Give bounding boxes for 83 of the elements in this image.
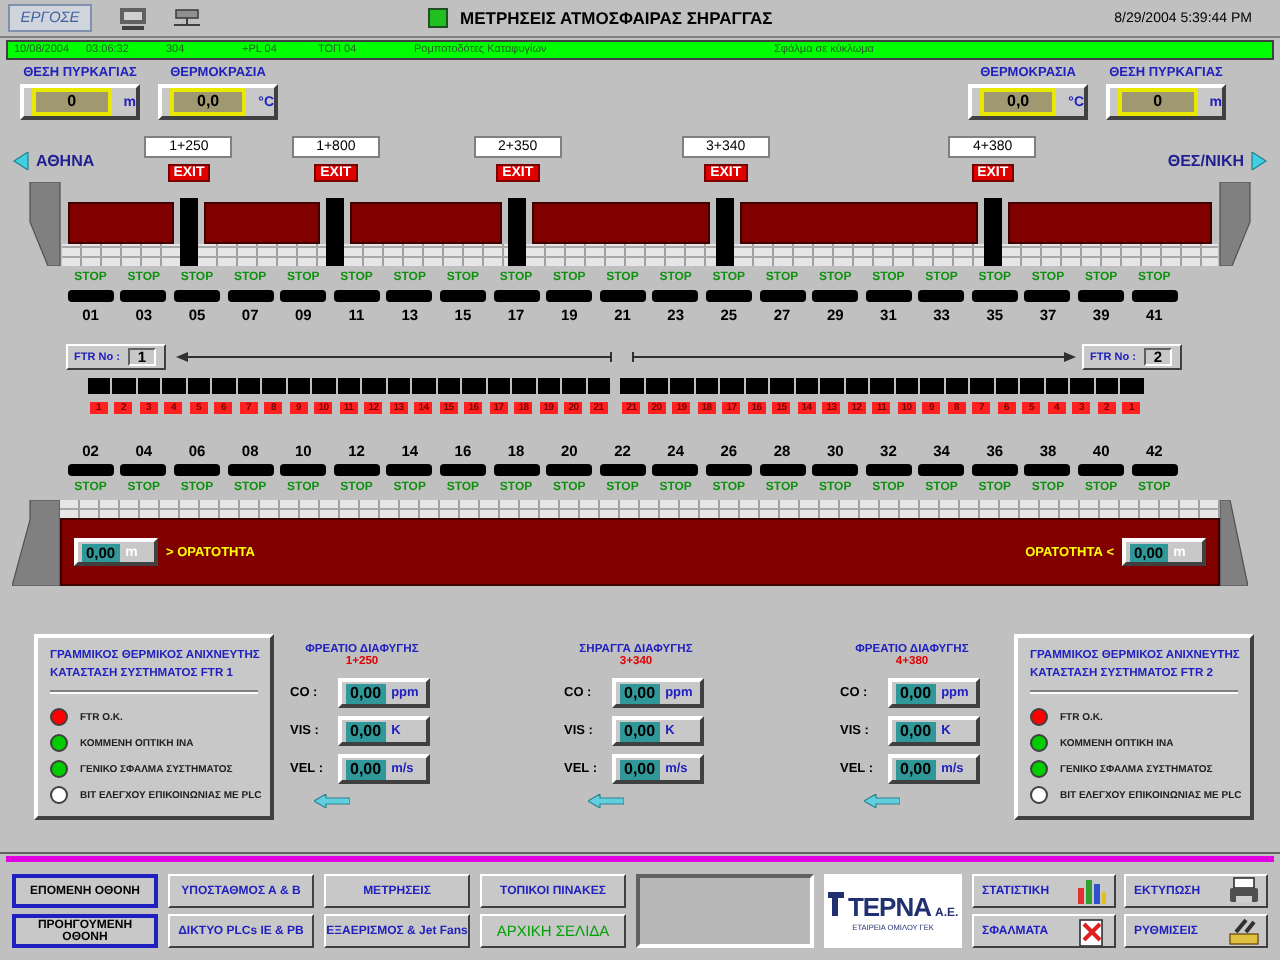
tunnel-section (68, 202, 174, 244)
sensor-bar (386, 290, 433, 302)
direction-label: ΑΘΗΝΑ (36, 152, 95, 170)
sensor-bar (333, 464, 380, 476)
printer-icon (1228, 876, 1260, 906)
pillar (179, 198, 198, 266)
sensor-bar (1131, 464, 1178, 476)
sensor-bar (652, 290, 699, 302)
sensor-bar (173, 464, 220, 476)
arrow-right-icon (1250, 152, 1268, 170)
sensor-bar (67, 290, 114, 302)
sensor-bar (1024, 290, 1071, 302)
sensor-bar (971, 290, 1018, 302)
sensor-bar (493, 464, 540, 476)
reading-value: 0,00 (346, 721, 386, 741)
sensor-bar (918, 290, 965, 302)
window-title: ΜΕΤΡΗΣΕΙΣ ΑΤΜΟΣΦΑΙΡΑΣ ΣΗΡΑΓΓΑΣ (460, 8, 773, 28)
reading-value: 0,00 (620, 721, 660, 741)
sensor-bar (1131, 290, 1178, 302)
sensor-bar (652, 464, 699, 476)
sensor-bar (280, 290, 327, 302)
reading-value: 0,00 (896, 759, 936, 779)
sensor-bar (1078, 464, 1125, 476)
tunnel-end (1220, 500, 1248, 586)
error-document-icon (1076, 916, 1108, 946)
sensor-bar (120, 464, 167, 476)
sensor-bar (67, 464, 114, 476)
reading-value: 0,00 (620, 683, 660, 703)
readout-value: 0,0 (170, 88, 247, 116)
sensor-bar (599, 290, 646, 302)
readout-value: 0 (1118, 88, 1198, 116)
reading-value: 0,00 (346, 683, 386, 703)
sensor-bar (759, 464, 806, 476)
pillar (716, 198, 735, 266)
sensor-bar (120, 290, 167, 302)
tunnel-wall (197, 244, 327, 266)
network-icon[interactable] (172, 7, 202, 29)
sensor-bar (546, 464, 593, 476)
sensor-bar (439, 464, 486, 476)
sensor-bar (918, 464, 965, 476)
direction-label: ΘΕΣ/ΝΙΚΗ (1167, 152, 1244, 170)
sensor-bar (280, 464, 327, 476)
reading-value: 0,00 (620, 759, 660, 779)
readout-value: 0,0 (980, 88, 1057, 116)
sensor-bar (759, 290, 806, 302)
sensor-bar (386, 464, 433, 476)
arrow-left-icon (314, 794, 350, 808)
sensor-bar (705, 464, 752, 476)
status-indicator (428, 8, 448, 28)
readout-value: 0 (32, 88, 112, 116)
sensor-bar (599, 464, 646, 476)
sensor-bar (865, 290, 912, 302)
sensor-bar (971, 464, 1018, 476)
tools-icon (1228, 916, 1260, 946)
sensor-bar (812, 290, 859, 302)
sensor-bar (227, 290, 274, 302)
sensor-bar (1024, 464, 1071, 476)
sensor-bar (439, 290, 486, 302)
sensor-bar (705, 290, 752, 302)
sensor-bar (865, 464, 912, 476)
sensor-bar (227, 464, 274, 476)
tunnel-end (12, 500, 60, 586)
arrow-left-icon (864, 794, 900, 808)
sensor-bar (812, 464, 859, 476)
computer-icon[interactable] (118, 5, 148, 31)
sensor-bar (1078, 290, 1125, 302)
sensor-bar (333, 290, 380, 302)
reading-value: 0,00 (896, 721, 936, 741)
reading-value: 0,00 (346, 759, 386, 779)
chart-icon (1076, 876, 1108, 906)
pillar (326, 198, 345, 266)
arrow-left-icon (588, 794, 624, 808)
reading-value: 0,00 (896, 683, 936, 703)
logo-mark-icon (827, 891, 844, 915)
tunnel-section (203, 202, 321, 244)
tunnel-wall (62, 244, 180, 266)
logo-name: ΤΕΡΝΑ (847, 891, 931, 921)
pillar (983, 198, 1002, 266)
sensor-bar (493, 290, 540, 302)
sensor-bar (173, 290, 220, 302)
pillar (508, 198, 527, 266)
sensor-bar (546, 290, 593, 302)
arrow-left-icon (12, 152, 30, 170)
